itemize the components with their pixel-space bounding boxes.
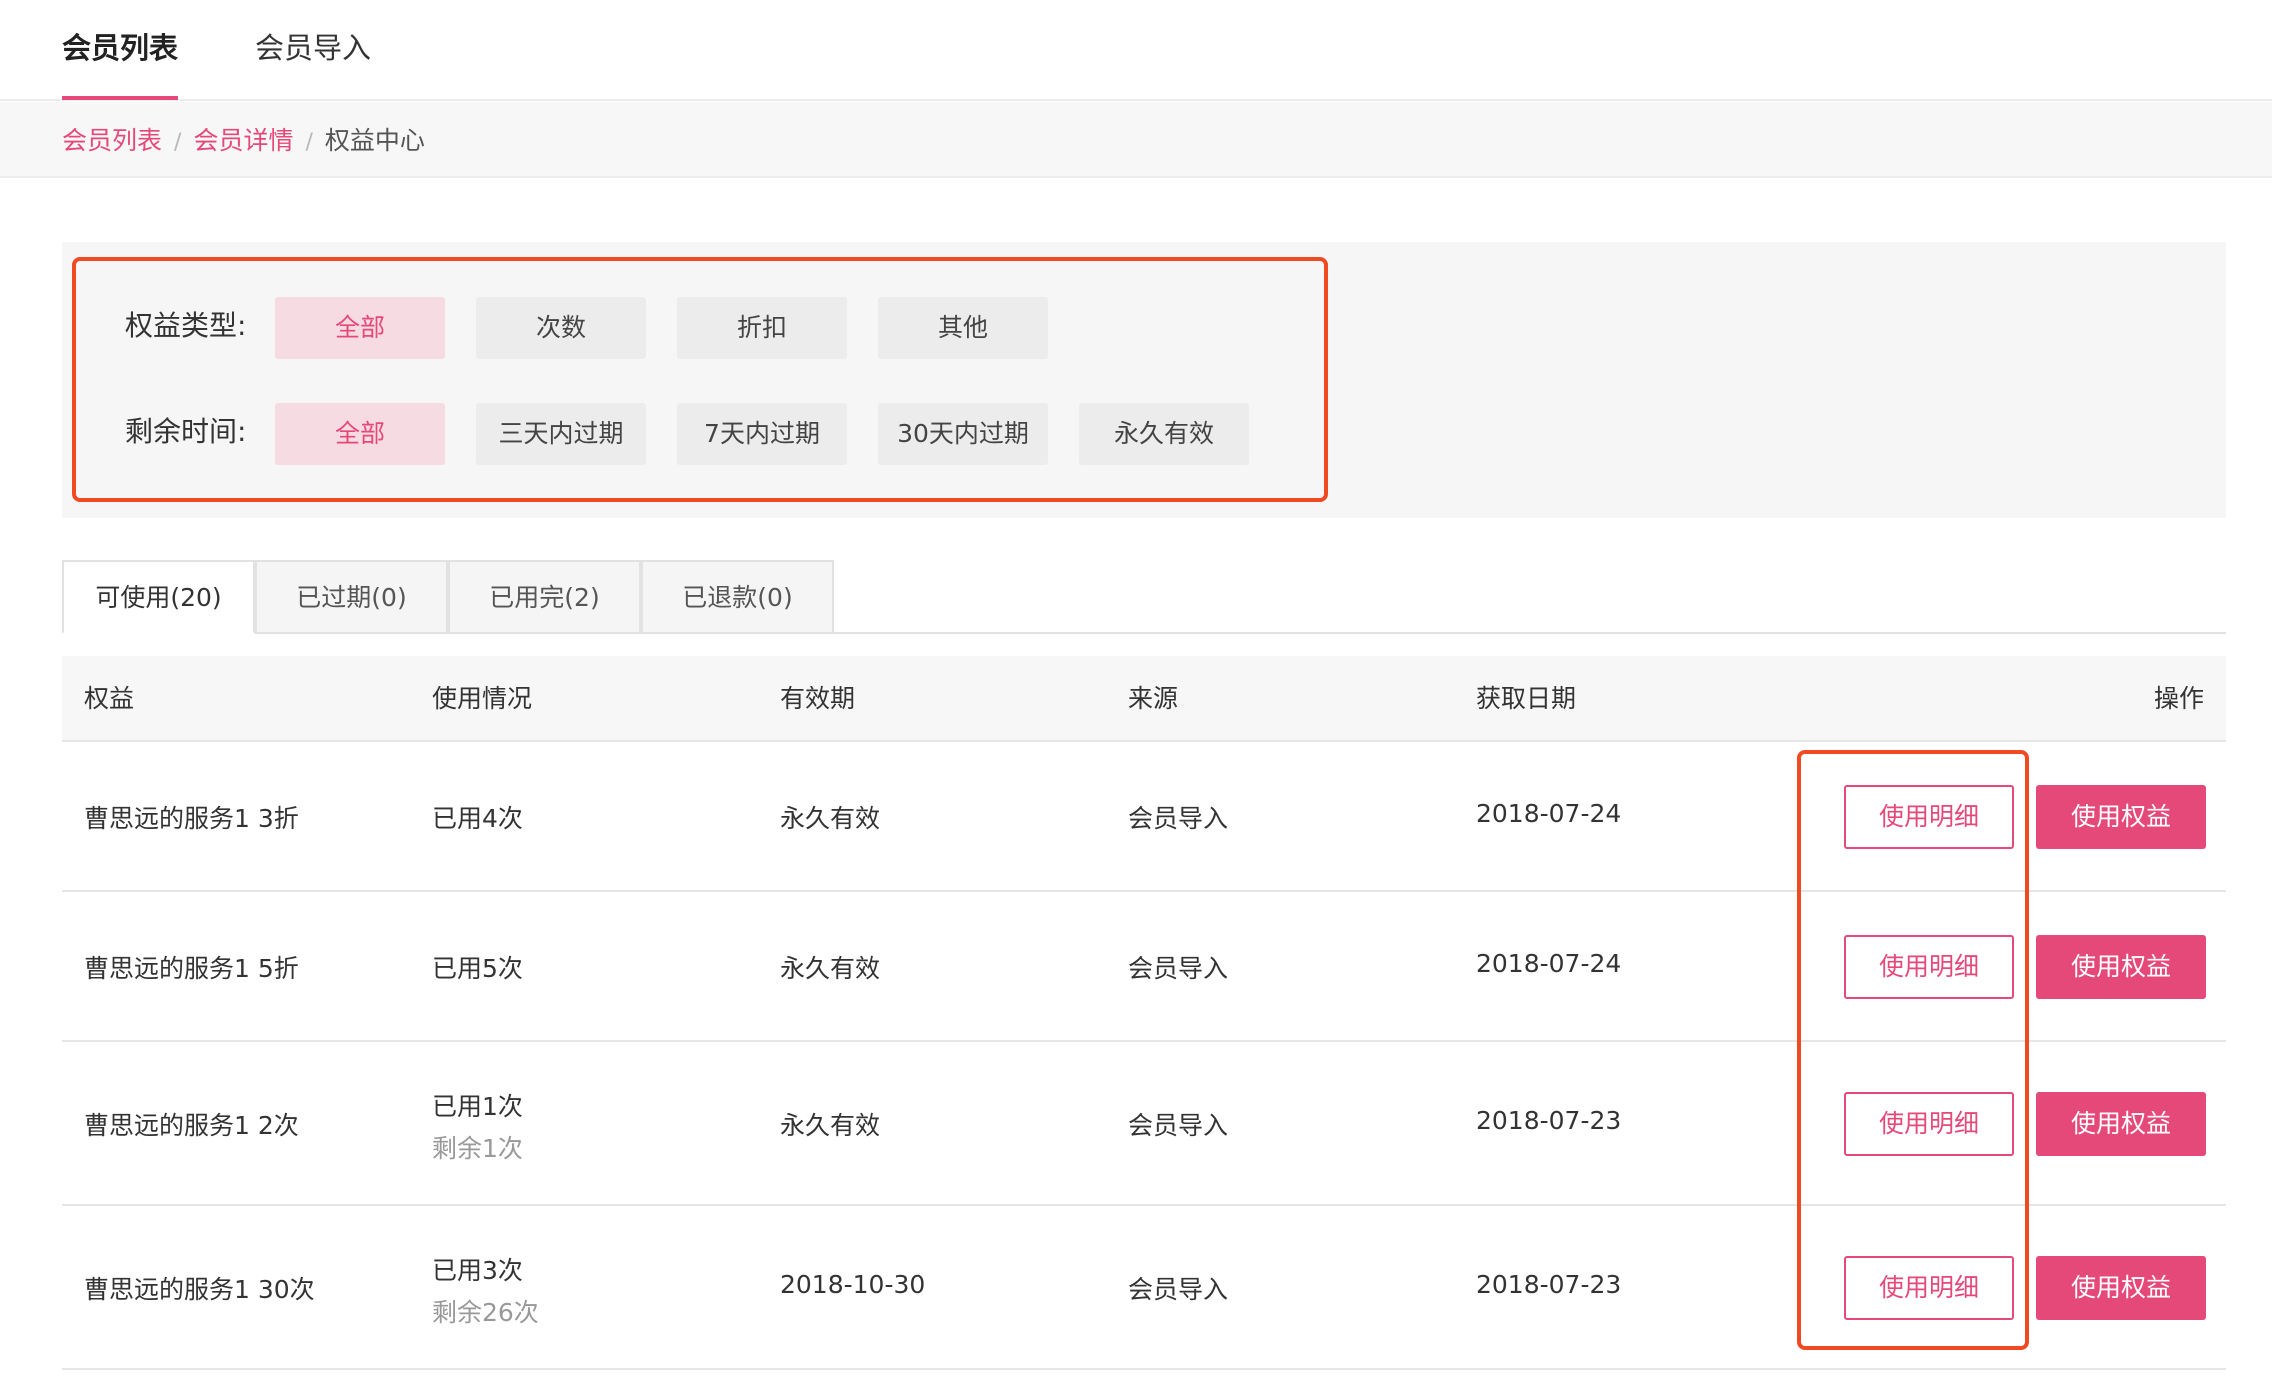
source: 会员导入 — [1128, 804, 1229, 833]
column-header-acquired-date: 获取日期 — [1476, 684, 1577, 713]
source: 会员导入 — [1128, 1111, 1229, 1140]
usage-count: 已用3次 — [432, 1256, 523, 1285]
active-tab-indicator — [62, 96, 179, 100]
source: 会员导入 — [1128, 1275, 1229, 1304]
status-tab-available[interactable]: 可使用(20) — [62, 560, 255, 634]
breadcrumb-separator: / — [174, 130, 182, 155]
validity: 永久有效 — [780, 1111, 881, 1140]
use-benefit-button[interactable]: 使用权益 — [2036, 935, 2206, 999]
remaining-count: 剩余26次 — [432, 1298, 539, 1327]
acquired-date: 2018-07-24 — [1476, 799, 1622, 828]
filter-highlight-box — [72, 257, 1328, 502]
column-header-validity: 有效期 — [780, 684, 856, 713]
tab-label: 会员导入 — [255, 31, 372, 65]
use-benefit-button[interactable]: 使用权益 — [2036, 1092, 2206, 1156]
acquired-date: 2018-07-23 — [1476, 1270, 1622, 1299]
validity: 2018-10-30 — [780, 1270, 926, 1299]
tab-label: 会员列表 — [62, 31, 179, 65]
source: 会员导入 — [1128, 954, 1229, 983]
benefit-name: 曹思远的服务1 2次 — [84, 1111, 299, 1140]
benefit-name: 曹思远的服务1 30次 — [84, 1275, 315, 1304]
acquired-date: 2018-07-24 — [1476, 949, 1622, 978]
usage-count: 已用1次 — [432, 1092, 523, 1121]
column-header-benefit: 权益 — [84, 684, 135, 713]
top-tab-bar: 会员列表 会员导入 — [0, 0, 2272, 101]
remaining-count: 剩余1次 — [432, 1134, 523, 1163]
tab-member-list[interactable]: 会员列表 — [62, 24, 179, 100]
benefit-name: 曹思远的服务1 5折 — [84, 954, 299, 983]
status-tab-expired[interactable]: 已过期(0) — [255, 560, 448, 634]
use-benefit-button[interactable]: 使用权益 — [2036, 785, 2206, 849]
breadcrumb-link-member-list[interactable]: 会员列表 — [62, 126, 162, 155]
tab-member-import[interactable]: 会员导入 — [255, 24, 371, 98]
usage-count: 已用5次 — [432, 954, 523, 983]
breadcrumb-link-member-detail[interactable]: 会员详情 — [193, 126, 293, 155]
table-header: 权益 使用情况 有效期 来源 获取日期 操作 — [62, 656, 2226, 742]
column-header-usage: 使用情况 — [432, 684, 533, 713]
detail-buttons-highlight-box — [1797, 750, 2029, 1350]
breadcrumb: 会员列表 / 会员详情 / 权益中心 — [62, 124, 425, 160]
status-tab-refunded[interactable]: 已退款(0) — [641, 560, 834, 634]
validity: 永久有效 — [780, 954, 881, 983]
usage-count: 已用4次 — [432, 804, 523, 833]
status-tab-used-up[interactable]: 已用完(2) — [448, 560, 641, 634]
breadcrumb-separator: / — [305, 130, 313, 155]
breadcrumb-bar: 会员列表 / 会员详情 / 权益中心 — [0, 102, 2272, 178]
column-header-actions: 操作 — [2153, 684, 2204, 713]
benefit-name: 曹思远的服务1 3折 — [84, 804, 299, 833]
usage-cell: 已用3次 剩余26次 — [432, 1251, 539, 1329]
breadcrumb-current: 权益中心 — [324, 126, 425, 155]
acquired-date: 2018-07-23 — [1476, 1106, 1622, 1135]
validity: 永久有效 — [780, 804, 881, 833]
column-header-source: 来源 — [1128, 684, 1179, 713]
use-benefit-button[interactable]: 使用权益 — [2036, 1256, 2206, 1320]
usage-cell: 已用1次 剩余1次 — [432, 1087, 523, 1165]
